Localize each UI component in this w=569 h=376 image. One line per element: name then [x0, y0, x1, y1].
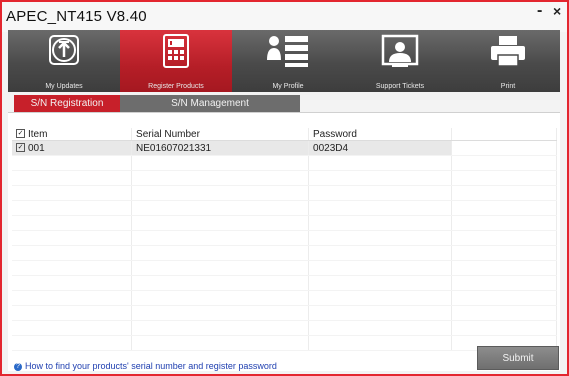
serial-table: ✓ Item Serial Number Password ✓ 001 NE0160… [12, 128, 557, 351]
help-link-text[interactable]: How to find your products' serial number… [25, 361, 277, 371]
main-toolbar: My Updates Register Products My Profile [8, 30, 560, 92]
support-person-icon [381, 34, 419, 67]
upload-box-icon [49, 35, 79, 65]
select-all-checkbox[interactable]: ✓ [16, 129, 25, 139]
table-row [12, 170, 557, 186]
toolbar-print[interactable]: Print [456, 30, 560, 92]
item-number: 001 [28, 142, 45, 154]
question-icon: ? [14, 362, 22, 371]
item-cell[interactable]: ✓ 001 [12, 140, 133, 156]
table-row [12, 305, 557, 321]
serial-cell[interactable]: NE01607021331 [131, 140, 310, 156]
submit-button[interactable]: Submit [477, 346, 559, 370]
table-row [12, 245, 557, 261]
table-row [12, 185, 557, 201]
tab-sn-registration[interactable]: S/N Registration [14, 95, 120, 113]
help-link[interactable]: ? How to find your products' serial numbe… [14, 361, 277, 371]
toolbar-register-products[interactable]: Register Products [120, 30, 232, 92]
toolbar-label: My Updates [45, 83, 83, 90]
toolbar-label: Support Tickets [375, 83, 425, 90]
close-button[interactable]: × [553, 3, 561, 19]
calculator-icon [163, 34, 189, 68]
table-row [12, 215, 557, 231]
tab-sn-management[interactable]: S/N Management [120, 95, 300, 113]
table-row [12, 320, 557, 336]
toolbar-my-profile[interactable]: My Profile [232, 30, 344, 92]
table-row [12, 335, 557, 351]
subtab-bar: S/N Registration S/N Management [8, 95, 560, 113]
table-row [12, 230, 557, 246]
toolbar-label: My Profile [272, 83, 304, 90]
table-header-row: ✓ Item Serial Number Password [12, 128, 557, 141]
row-checkbox[interactable]: ✓ [16, 143, 25, 153]
table-row [12, 290, 557, 306]
toolbar-label: Register Products [148, 83, 204, 90]
table-row [12, 200, 557, 216]
toolbar-label: Print [500, 83, 516, 90]
column-header-password[interactable]: Password [308, 128, 453, 141]
column-header-label: Item [28, 128, 48, 140]
table-row [12, 155, 557, 171]
registration-panel: ✓ Item Serial Number Password ✓ 001 NE0160… [8, 112, 560, 371]
profile-list-icon [267, 36, 308, 67]
printer-icon [491, 36, 525, 67]
window-title: APEC_NT415 V8.40 [6, 8, 147, 25]
toolbar-my-updates[interactable]: My Updates [8, 30, 120, 92]
column-header-serial[interactable]: Serial Number [131, 128, 310, 141]
table-row[interactable]: ✓ 001 NE01607021331 0023D4 [12, 140, 557, 156]
title-bar: APEC_NT415 V8.40 - × [2, 2, 567, 32]
minimize-button[interactable]: - [537, 2, 542, 20]
column-header-item[interactable]: ✓ Item [12, 128, 133, 141]
toolbar-support-tickets[interactable]: Support Tickets [344, 30, 456, 92]
password-cell[interactable]: 0023D4 [308, 140, 453, 156]
table-row [12, 260, 557, 276]
column-header-extra [451, 128, 557, 141]
empty-cell [451, 140, 557, 156]
table-row [12, 275, 557, 291]
